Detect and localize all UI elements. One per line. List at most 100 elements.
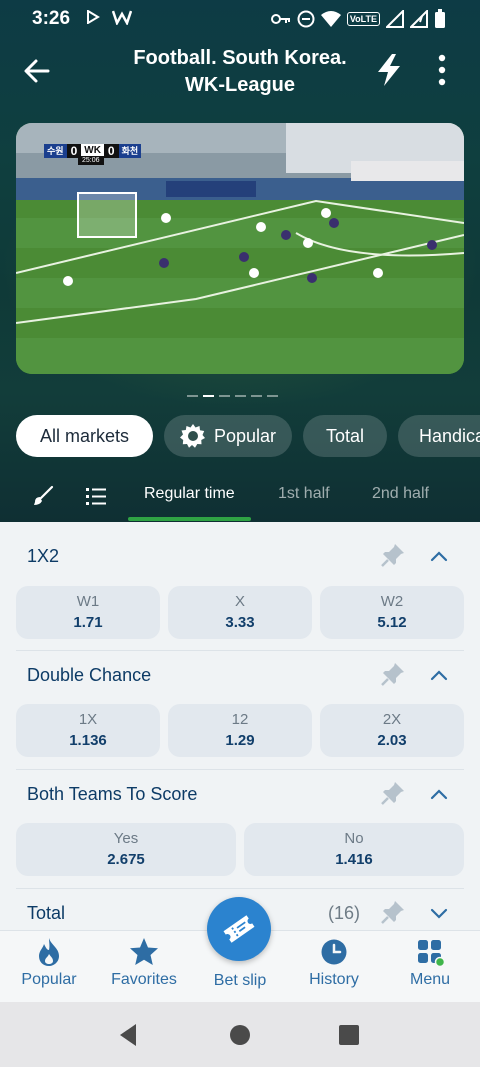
nav-label: History (309, 971, 359, 988)
chip-all-markets[interactable]: All markets (16, 415, 153, 457)
market-title: Both Teams To Score (27, 784, 198, 804)
odd-value: 2.03 (377, 732, 407, 749)
gear-badge-icon (179, 424, 205, 448)
pin-icon[interactable] (380, 899, 406, 925)
odd-button-1x[interactable]: 1X 1.136 (16, 704, 160, 757)
chevron-up-icon[interactable] (428, 545, 450, 567)
home-circle-icon[interactable] (229, 1024, 251, 1046)
chip-popular[interactable]: Popular (164, 415, 292, 457)
pager-dot (235, 395, 246, 397)
market-header-double-chance[interactable]: Double Chance (0, 647, 480, 703)
recents-square-icon[interactable] (338, 1024, 360, 1046)
system-navigation-bar (0, 1002, 480, 1067)
nav-favorites[interactable]: Favorites (96, 937, 192, 989)
video-pager (187, 395, 278, 397)
chevron-up-icon[interactable] (428, 783, 450, 805)
home-team-name: 수원 (44, 144, 67, 158)
pager-dot-active (203, 395, 214, 397)
more-vertical-icon[interactable] (428, 52, 456, 88)
odd-button-x[interactable]: X 3.33 (168, 586, 312, 639)
dnd-icon (297, 10, 315, 28)
odd-button-2x[interactable]: 2X 2.03 (320, 704, 464, 757)
odd-label: 2X (382, 711, 402, 728)
star-icon (130, 938, 158, 965)
chevron-up-icon[interactable] (428, 664, 450, 686)
pager-dot (187, 395, 198, 397)
odd-button-12[interactable]: 12 1.29 (168, 704, 312, 757)
nav-menu[interactable]: Menu (382, 937, 478, 989)
market-title: Total (27, 903, 66, 923)
tab-2nd-half[interactable]: 2nd half (372, 485, 429, 503)
chip-label: All markets (39, 426, 129, 446)
flame-icon (39, 938, 59, 966)
odd-label: W1 (76, 593, 100, 610)
status-time: 3:26 (32, 8, 71, 29)
period-tabs: Regular time 1st half 2nd half (0, 470, 480, 522)
w-app-icon (112, 10, 132, 25)
play-icon (87, 10, 100, 24)
bet-slip-button[interactable] (207, 897, 271, 961)
ticket-icon (223, 915, 255, 943)
nav-popular[interactable]: Popular (1, 937, 97, 989)
market-header-1x2[interactable]: 1X2 (0, 528, 480, 584)
tab-regular-time[interactable]: Regular time (144, 485, 235, 503)
market-header-both-teams-to-score[interactable]: Both Teams To Score (0, 766, 480, 822)
pin-icon[interactable] (380, 542, 406, 568)
back-triangle-icon[interactable] (116, 1022, 140, 1048)
odd-label: Yes (113, 830, 139, 847)
odd-label: 1X (78, 711, 98, 728)
odd-button-no[interactable]: No 1.416 (244, 823, 464, 876)
odd-button-w2[interactable]: W2 5.12 (320, 586, 464, 639)
odd-button-w1[interactable]: W1 1.71 (16, 586, 160, 639)
bet-slip-label[interactable]: Bet slip (192, 972, 288, 990)
brush-icon[interactable] (31, 484, 55, 508)
away-team-name: 화천 (118, 144, 142, 158)
chip-handicap[interactable]: Handica (398, 415, 480, 457)
odd-value: 1.136 (69, 732, 107, 749)
chevron-down-icon[interactable] (428, 902, 450, 924)
tab-1st-half[interactable]: 1st half (278, 485, 330, 503)
nav-history[interactable]: History (286, 937, 382, 989)
pager-dot (219, 395, 230, 397)
match-clock: 25:06 (78, 156, 104, 165)
volte-badge: VoLTE (346, 12, 380, 26)
grid-menu-icon (418, 940, 445, 967)
wifi-icon (320, 11, 341, 27)
odd-label: X (234, 593, 245, 610)
active-tab-indicator (128, 517, 251, 521)
odd-value: 1.71 (73, 614, 103, 631)
market-title: 1X2 (27, 546, 60, 566)
nav-label: Menu (409, 971, 451, 988)
markets-list: 1X2 W1 1.71 X 3.33 W2 5.12 Double Chance… (0, 522, 480, 930)
app-bar: Football. South Korea. WK-League (0, 40, 480, 102)
odd-button-yes[interactable]: Yes 2.675 (16, 823, 236, 876)
chip-label: Handica (419, 426, 480, 446)
clock-icon (321, 939, 347, 965)
market-filter-chips: All markets Popular Total Handica (16, 415, 480, 457)
list-icon[interactable] (84, 484, 108, 508)
odd-label: W2 (380, 593, 404, 610)
title-line-1: Football. South Korea. (133, 47, 347, 69)
pin-icon[interactable] (380, 780, 406, 806)
chip-label: Popular (213, 426, 277, 446)
away-score: 0 (103, 144, 119, 158)
pager-dot (251, 395, 262, 397)
key-icon (270, 14, 290, 24)
odd-value: 5.12 (377, 614, 407, 631)
chip-label: Total (325, 426, 365, 446)
lightning-icon[interactable] (372, 52, 406, 88)
back-arrow-icon[interactable] (20, 54, 54, 88)
odd-value: 2.675 (107, 851, 145, 868)
odd-value: 1.29 (225, 732, 255, 749)
signal-icon (386, 10, 404, 28)
pin-icon[interactable] (380, 661, 406, 687)
battery-icon (435, 9, 445, 28)
chip-total[interactable]: Total (303, 415, 387, 457)
signal-icon-2 (410, 10, 428, 28)
status-bar: 3:26 VoLTE (0, 0, 480, 36)
odd-label: No (344, 830, 364, 847)
odd-value: 3.33 (225, 614, 255, 631)
nav-label: Popular (21, 971, 77, 988)
title-line-2: WK-League (185, 74, 295, 96)
live-video-player[interactable]: 수원 0 WK 0 화천 25:06 (16, 123, 464, 374)
